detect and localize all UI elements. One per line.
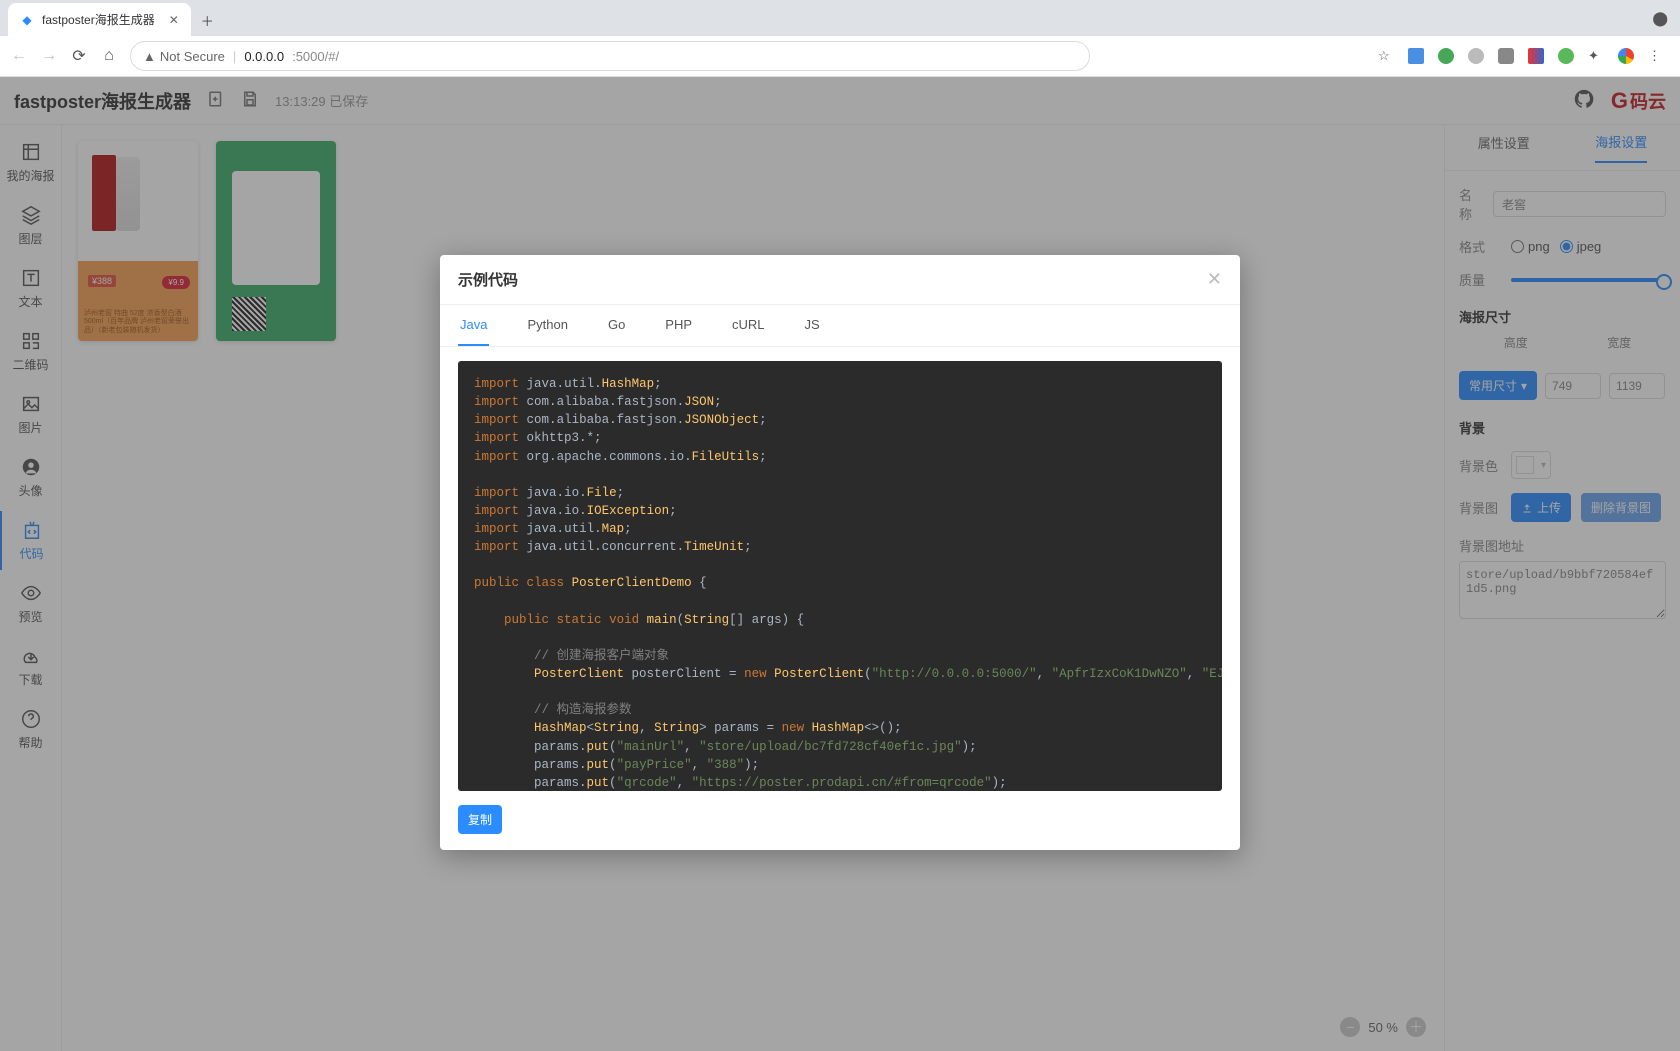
modal-language-tabs: Java Python Go PHP cURL JS <box>440 305 1240 347</box>
tab-close-icon[interactable]: ✕ <box>169 13 179 27</box>
extensions-puzzle-icon[interactable]: ✦ <box>1588 48 1604 64</box>
tab-title: fastposter海报生成器 <box>42 11 155 28</box>
nav-reload-icon[interactable]: ⟳ <box>70 46 88 66</box>
code-content: import java.util.HashMap; import com.ali… <box>474 375 1206 791</box>
chrome-menu-icon[interactable]: ⋮ <box>1648 48 1664 64</box>
ext-flag-icon[interactable] <box>1528 48 1544 64</box>
browser-toolbar: ← → ⟳ ⌂ ▲ Not Secure | 0.0.0.0:5000/#/ ☆… <box>0 36 1680 76</box>
code-block[interactable]: import java.util.HashMap; import com.ali… <box>458 361 1222 791</box>
copy-code-button[interactable]: 复制 <box>458 805 502 834</box>
browser-chrome: ◆ fastposter海报生成器 ✕ ＋ ⬤ ← → ⟳ ⌂ ▲ Not Se… <box>0 0 1680 77</box>
window-menu-icon[interactable]: ⬤ <box>1652 10 1668 27</box>
ext-chrome-icon[interactable] <box>1618 48 1634 64</box>
warning-icon: ▲ <box>143 49 156 64</box>
new-tab-button[interactable]: ＋ <box>191 5 224 36</box>
modal-tab-python[interactable]: Python <box>525 305 569 346</box>
nav-forward-icon: → <box>40 47 58 65</box>
browser-tab[interactable]: ◆ fastposter海报生成器 ✕ <box>8 3 191 36</box>
modal-tab-go[interactable]: Go <box>606 305 627 346</box>
not-secure-label: Not Secure <box>160 49 225 64</box>
sample-code-modal: 示例代码 ✕ Java Python Go PHP cURL JS import… <box>440 255 1240 850</box>
modal-tab-curl[interactable]: cURL <box>730 305 767 346</box>
url-host: 0.0.0.0 <box>244 49 284 64</box>
nav-back-icon[interactable]: ← <box>10 47 28 65</box>
browser-tab-strip: ◆ fastposter海报生成器 ✕ ＋ ⬤ <box>0 0 1680 36</box>
not-secure-indicator[interactable]: ▲ Not Secure <box>143 49 225 64</box>
bookmark-star-icon[interactable]: ☆ <box>1378 48 1394 64</box>
modal-tab-java[interactable]: Java <box>458 305 489 346</box>
url-path: :5000/#/ <box>292 49 339 64</box>
modal-tab-js[interactable]: JS <box>803 305 822 346</box>
ext-grey-icon[interactable] <box>1468 48 1484 64</box>
ext-green-icon[interactable] <box>1558 48 1574 64</box>
modal-title: 示例代码 <box>458 269 518 290</box>
ext-camera-icon[interactable] <box>1498 48 1514 64</box>
ext-translate-icon[interactable] <box>1408 48 1424 64</box>
tab-favicon-icon: ◆ <box>20 13 34 27</box>
nav-home-icon[interactable]: ⌂ <box>100 47 118 65</box>
modal-close-icon[interactable]: ✕ <box>1207 269 1222 290</box>
modal-tab-php[interactable]: PHP <box>663 305 694 346</box>
extensions-tray: ☆ ✦ ⋮ <box>1378 48 1670 64</box>
address-bar[interactable]: ▲ Not Secure | 0.0.0.0:5000/#/ <box>130 41 1090 71</box>
ext-evernote-icon[interactable] <box>1438 48 1454 64</box>
